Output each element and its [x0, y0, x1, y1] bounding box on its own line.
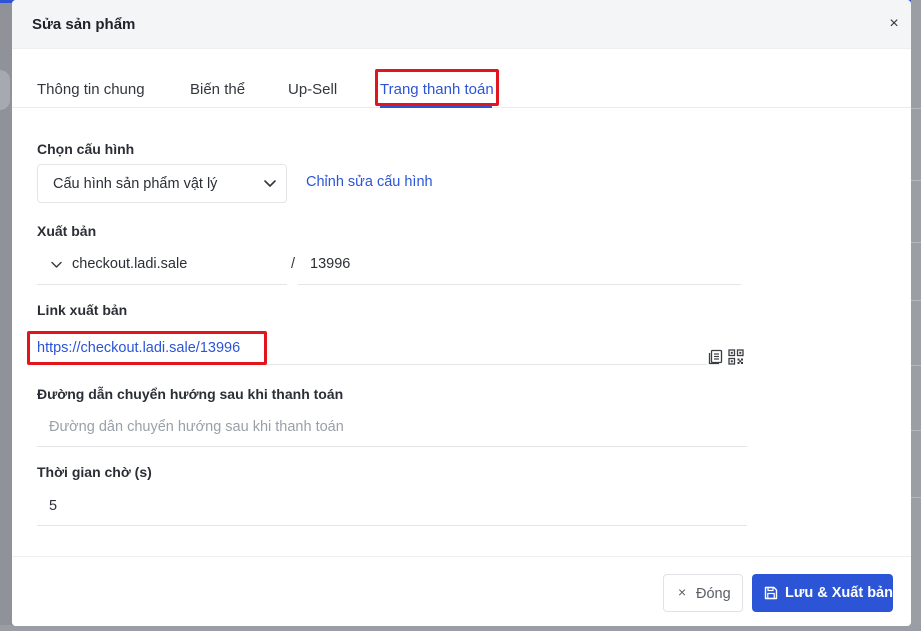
highlight-box-link — [27, 331, 267, 365]
chevron-down-icon — [51, 261, 62, 268]
redirect-label: Đường dẫn chuyển hướng sau khi thanh toá… — [37, 386, 344, 402]
close-icon: × — [678, 584, 687, 600]
wait-time-label: Thời gian chờ (s) — [37, 464, 152, 480]
modal-header: Sửa sản phẩm × — [12, 0, 911, 49]
edit-product-modal: Sửa sản phẩm × Thông tin chung Biến thể … — [12, 0, 911, 626]
edit-config-link[interactable]: Chỉnh sửa cấu hình — [306, 174, 433, 190]
copy-icon[interactable] — [708, 349, 723, 365]
qr-code-icon[interactable] — [728, 349, 744, 365]
active-tab-indicator — [380, 106, 492, 108]
save-icon — [764, 586, 778, 600]
modal-footer: × Đóng Lưu & Xuất bản — [12, 556, 911, 626]
tab-variants[interactable]: Biến thể — [190, 81, 245, 98]
publish-label: Xuất bản — [37, 223, 97, 239]
backdrop-sidebar-shadow — [0, 70, 10, 110]
redirect-url-input[interactable] — [37, 407, 747, 447]
close-button[interactable]: × Đóng — [663, 574, 743, 612]
wait-time-input[interactable] — [37, 486, 747, 526]
domain-select[interactable]: checkout.ladi.sale — [37, 244, 287, 285]
path-input[interactable] — [298, 244, 741, 285]
path-separator: / — [291, 256, 296, 272]
config-label: Chọn cấu hình — [37, 141, 135, 157]
publish-link-label: Link xuất bản — [37, 302, 128, 318]
config-select-value: Cấu hình sản phẩm vật lý — [53, 176, 218, 192]
modal-title: Sửa sản phẩm — [32, 16, 136, 33]
highlight-box-tab — [375, 69, 499, 106]
save-publish-label: Lưu & Xuất bản — [785, 585, 893, 601]
tab-bar: Thông tin chung Biến thể Up-Sell Trang t… — [12, 50, 911, 108]
save-publish-button[interactable]: Lưu & Xuất bản — [752, 574, 893, 612]
tab-up-sell[interactable]: Up-Sell — [288, 81, 337, 98]
tab-general-info[interactable]: Thông tin chung — [37, 81, 145, 98]
config-select[interactable]: Cấu hình sản phẩm vật lý — [37, 164, 287, 203]
backdrop-page-edge — [911, 0, 921, 631]
chevron-down-icon — [264, 180, 276, 187]
close-button-label: Đóng — [696, 586, 731, 602]
close-icon[interactable]: × — [883, 13, 905, 35]
domain-value: checkout.ladi.sale — [72, 256, 188, 272]
